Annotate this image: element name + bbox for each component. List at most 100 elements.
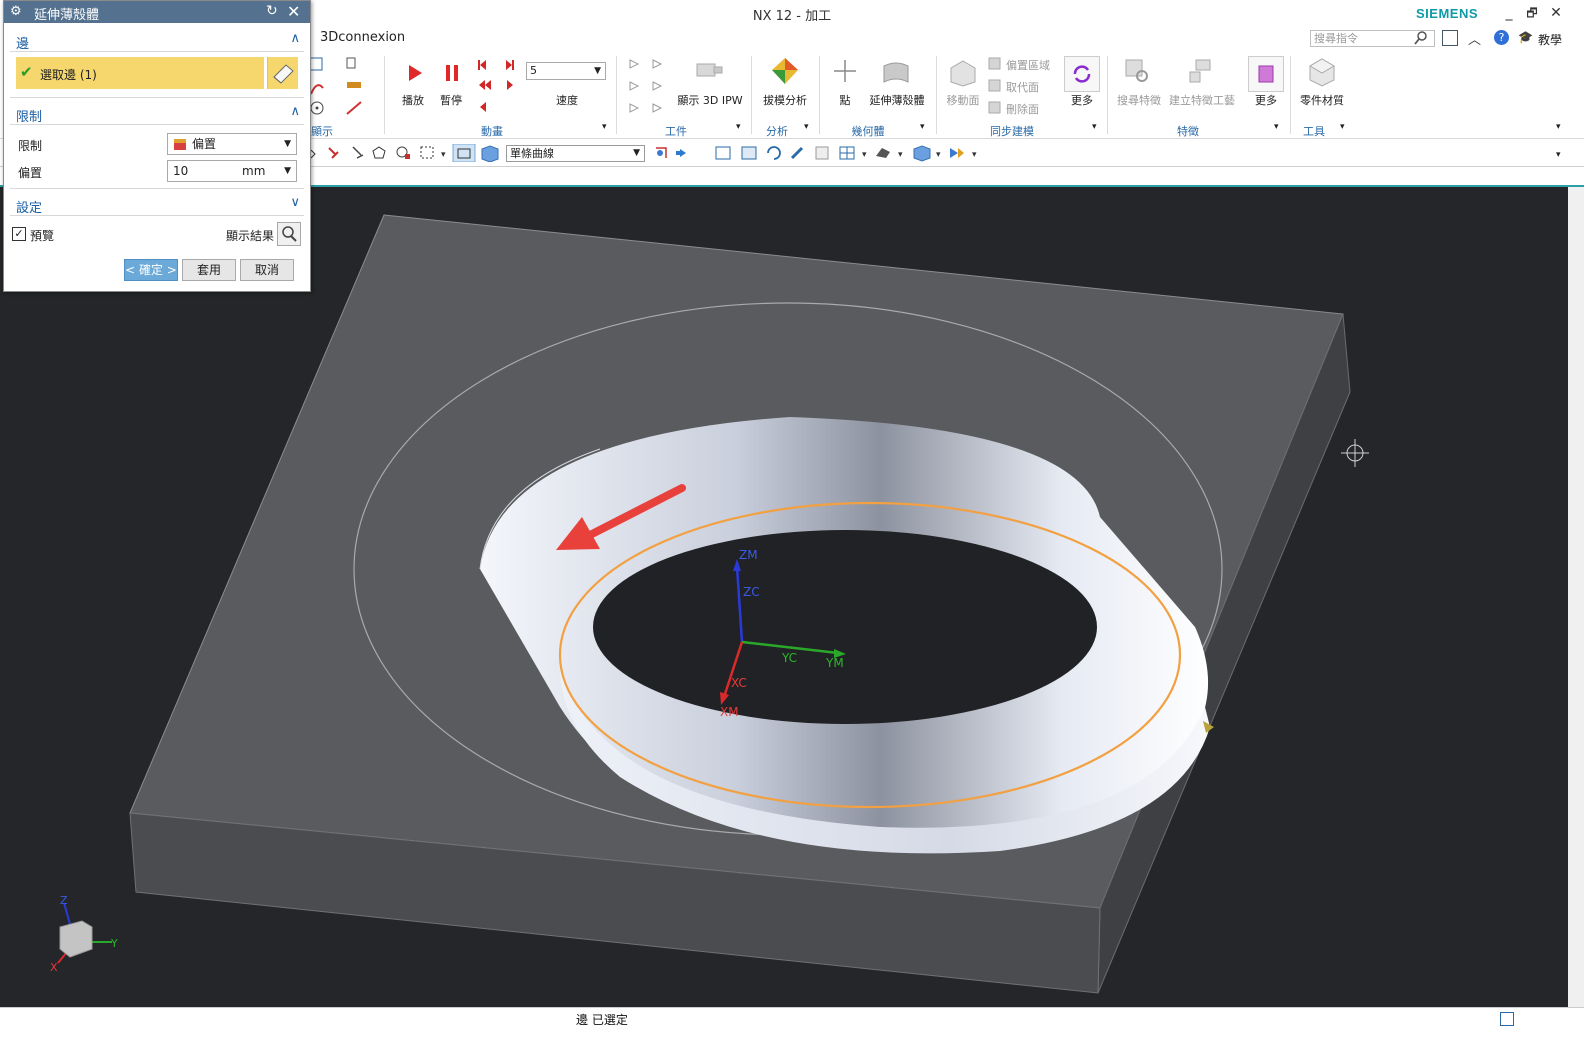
tab-3dconnexion[interactable]: 3Dconnexion xyxy=(320,30,405,45)
brand-logo: SIEMENS xyxy=(1416,6,1479,21)
feature-more-icon[interactable] xyxy=(1248,56,1284,92)
settings-section-label: 設定 xyxy=(16,201,43,216)
pause-button[interactable]: 暫停 xyxy=(436,92,466,108)
section-divider xyxy=(10,188,304,189)
preview-label: 預覽 xyxy=(30,229,55,243)
selection-tool-icons[interactable]: ▾ xyxy=(309,143,504,163)
sync-more-icon[interactable] xyxy=(1064,56,1100,92)
minimize-button[interactable]: _ xyxy=(1498,3,1520,23)
curve-rule-value: 單條曲線 xyxy=(510,147,554,160)
sync-more-button[interactable]: 更多 xyxy=(1064,92,1100,108)
feature-more-button[interactable]: 更多 xyxy=(1248,92,1284,108)
step-controls-icon[interactable] xyxy=(476,55,516,115)
pause-icon[interactable] xyxy=(441,62,463,84)
settings-section-header[interactable]: 設定 ∨ xyxy=(10,195,304,216)
replace-face-button[interactable]: 取代面 xyxy=(1006,79,1039,95)
group-menu-chevron-icon[interactable]: ▾ xyxy=(1274,122,1279,132)
limit-select[interactable]: 偏置 ▼ xyxy=(167,133,297,155)
part-material-icon[interactable] xyxy=(1306,56,1338,88)
chevron-down-icon[interactable]: ▼ xyxy=(284,161,291,181)
search-icon[interactable] xyxy=(1413,30,1429,46)
extend-shell-button[interactable]: 延伸薄殼體 xyxy=(866,92,928,108)
group-menu-chevron-icon[interactable]: ▾ xyxy=(602,122,607,132)
eraser-icon[interactable] xyxy=(267,57,298,89)
search-feature-button[interactable]: 搜尋特徵 xyxy=(1116,92,1162,108)
edge-section-header[interactable]: 邊 ∧ xyxy=(10,31,304,52)
move-face-button[interactable]: 移動面 xyxy=(944,92,982,108)
csys-label-zm: ZM xyxy=(739,548,758,562)
search-feature-icon[interactable] xyxy=(1122,56,1152,86)
svg-text:▾: ▾ xyxy=(898,150,903,160)
play-button[interactable]: 播放 xyxy=(398,92,428,108)
restore-button[interactable]: 🗗 xyxy=(1521,3,1543,23)
viewport-scrollbar[interactable] xyxy=(1568,187,1584,1007)
collapse-ribbon-icon[interactable]: ︿ xyxy=(1468,29,1481,48)
dialog-title-bar[interactable]: ⚙ 延伸薄殼體 ↻ ✕ xyxy=(4,1,310,23)
close-icon[interactable]: ✕ xyxy=(287,2,300,21)
point-icon[interactable] xyxy=(832,58,858,84)
svg-text:▾: ▾ xyxy=(972,150,977,160)
ok-button[interactable]: < 確定 > xyxy=(124,259,178,281)
show-3d-ipw-button[interactable]: 顯示 3D IPW xyxy=(676,92,744,108)
check-icon: ✔ xyxy=(20,63,33,81)
csys-label-yc: YC xyxy=(782,651,798,665)
close-button[interactable]: ✕ xyxy=(1545,3,1567,23)
reset-icon[interactable]: ↻ xyxy=(266,3,278,19)
limit-value: 偏置 xyxy=(192,137,217,151)
view-triad[interactable] xyxy=(57,902,112,964)
cancel-button[interactable]: 取消 xyxy=(240,259,294,281)
view-tool-icons[interactable]: ▾ ▾ ▾ ▾ xyxy=(652,144,992,162)
display-tools[interactable] xyxy=(309,56,362,116)
group-menu-chevron-icon[interactable]: ▾ xyxy=(804,122,809,132)
help-icon[interactable]: ? xyxy=(1494,30,1509,45)
tutorial-icon[interactable]: 🎓 xyxy=(1518,30,1533,44)
chevron-up-icon[interactable]: ∧ xyxy=(290,31,300,46)
ribbon-separator xyxy=(384,56,385,134)
triad-label-z: Z xyxy=(60,894,68,907)
create-feature-tool-button[interactable]: 建立特徵工藝 xyxy=(1168,92,1236,108)
tutorial-label[interactable]: 教學 xyxy=(1538,31,1562,48)
fullscreen-icon[interactable] xyxy=(1500,1012,1514,1026)
ribbon-separator xyxy=(1107,56,1108,134)
offset-region-button[interactable]: 偏置區域 xyxy=(1006,57,1050,73)
ribbon-separator xyxy=(819,56,820,134)
offset-input[interactable]: 10 mm ▼ xyxy=(167,160,297,182)
graphics-viewport[interactable]: ZM ZC YC YM XC XM Z Y X xyxy=(0,187,1568,1007)
extend-shell-icon[interactable] xyxy=(880,58,912,86)
ribbon-separator xyxy=(1290,56,1291,134)
offset-unit[interactable]: mm xyxy=(242,161,265,181)
limit-section-label: 限制 xyxy=(16,110,43,125)
play-icon[interactable] xyxy=(403,62,425,84)
group-menu-chevron-icon[interactable]: ▾ xyxy=(1092,122,1097,132)
svg-text:▾: ▾ xyxy=(936,150,941,160)
group-menu-chevron-icon[interactable]: ▾ xyxy=(920,122,925,132)
preview-checkbox[interactable]: ✓ xyxy=(12,227,26,241)
draft-analysis-button[interactable]: 拔模分析 xyxy=(760,92,810,108)
gear-icon[interactable]: ⚙ xyxy=(10,4,22,19)
speed-select[interactable]: 5 ▼ xyxy=(526,62,606,80)
part-material-button[interactable]: 零件材質 xyxy=(1298,92,1346,108)
window-layout-icon[interactable] xyxy=(1442,30,1458,46)
show-result-button[interactable] xyxy=(277,222,301,246)
point-button[interactable]: 點 xyxy=(834,92,856,108)
delete-face-button[interactable]: 刪除面 xyxy=(1006,101,1039,117)
group-menu-chevron-icon[interactable]: ▾ xyxy=(736,122,741,132)
apply-button[interactable]: 套用 xyxy=(182,259,236,281)
limit-section-header[interactable]: 限制 ∧ xyxy=(10,104,304,125)
move-face-icon[interactable] xyxy=(948,58,978,88)
toolbar-options-chevron-icon[interactable]: ▾ xyxy=(1556,150,1561,160)
limit-label: 限制 xyxy=(18,139,43,153)
ipw-tools-icon[interactable] xyxy=(627,55,673,117)
ribbon-options-chevron-icon[interactable]: ▾ xyxy=(1556,122,1561,132)
ipw-icon[interactable] xyxy=(694,58,724,84)
draft-analysis-icon[interactable] xyxy=(770,56,800,86)
group-menu-chevron-icon[interactable]: ▾ xyxy=(1340,122,1345,132)
curve-rule-select[interactable]: 單條曲線 ▼ xyxy=(506,145,645,162)
chevron-down-icon: ▼ xyxy=(594,66,601,76)
extend-shell-dialog: ⚙ 延伸薄殼體 ↻ ✕ 邊 ∧ ✔ 選取邊 (1) 限制 ∧ 限制 偏置 ▼ 偏… xyxy=(3,0,311,292)
chevron-up-icon[interactable]: ∧ xyxy=(290,104,300,119)
feature-tool-icon[interactable] xyxy=(1186,56,1218,86)
group-animation-label: 動畫 xyxy=(481,125,503,138)
select-edge-row[interactable]: ✔ 選取邊 (1) xyxy=(16,57,264,89)
chevron-down-icon[interactable]: ∨ xyxy=(290,195,300,210)
